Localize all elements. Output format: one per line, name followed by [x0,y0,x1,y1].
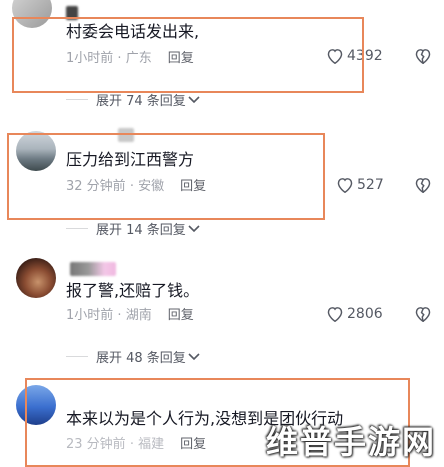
comment-location: 安徽 [138,179,165,194]
comment-location: 福建 [138,437,165,452]
comment-meta: 1小时前 · 湖南 回复 [66,308,194,324]
reply-button[interactable]: 回复 [168,51,194,66]
like-count: 527 [357,177,384,193]
avatar[interactable] [16,385,56,425]
divider-line [66,356,88,357]
comment-time: 1小时前 [66,51,114,66]
like-count: 2806 [347,306,383,322]
expand-label: 展开 48 条回复 [96,351,186,366]
heart-icon [337,178,353,193]
dislike-icon[interactable] [414,48,432,64]
meta-separator: · [113,51,126,66]
comment-meta: 1小时前 · 广东 回复 [66,51,194,67]
like-button[interactable]: 2806 [326,306,383,322]
meta-separator: · [125,437,139,452]
dislike-icon[interactable] [414,177,432,193]
heart-icon [327,307,343,322]
heart-icon [327,49,343,64]
username-blurred [70,262,116,276]
meta-separator: · [113,308,126,323]
comment-location: 湖南 [125,308,152,323]
chevron-down-icon [188,95,200,103]
divider-line [66,228,88,229]
avatar[interactable] [12,0,52,28]
comment-text: 村委会电话发出来, [66,22,200,41]
expand-label: 展开 14 条回复 [96,223,186,238]
username-blurred [118,128,134,142]
comment-location: 广东 [125,51,152,66]
divider-line [66,99,88,100]
comment-meta: 23 分钟前 · 福建 回复 [66,437,206,453]
like-button[interactable]: 527 [336,177,384,193]
dislike-icon[interactable] [414,306,432,322]
expand-replies-button[interactable]: 展开 14 条回复 [66,219,200,238]
comment-time: 32 分钟前 [66,179,126,194]
like-count: 4392 [347,48,383,64]
like-button[interactable]: 4392 [326,48,383,64]
comment-text: 报了警,还赔了钱。 [66,281,200,300]
expand-label: 展开 74 条回复 [96,94,186,109]
expand-replies-button[interactable]: 展开 74 条回复 [66,90,200,109]
username-blurred [66,6,78,20]
comment-meta: 32 分钟前 · 安徽 回复 [66,179,206,195]
avatar[interactable] [16,131,56,171]
reply-button[interactable]: 回复 [168,308,194,323]
comment-time: 23 分钟前 [66,437,126,452]
chevron-down-icon [188,224,200,232]
avatar[interactable] [16,258,56,298]
reply-button[interactable]: 回复 [180,179,206,194]
expand-replies-button[interactable]: 展开 48 条回复 [66,347,200,366]
reply-button[interactable]: 回复 [180,437,206,452]
comment-text: 压力给到江西警方 [66,150,195,169]
watermark-logo: 维普手游网 [265,423,436,461]
meta-separator: · [125,179,139,194]
chevron-down-icon [188,352,200,360]
comment-time: 1小时前 [66,308,114,323]
